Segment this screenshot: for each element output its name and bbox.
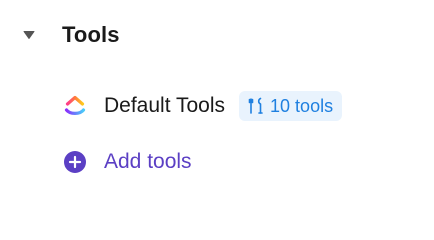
tool-item-default-tools[interactable]: Default Tools 10 tools [62, 90, 343, 122]
add-tools-button[interactable]: Add tools [62, 146, 192, 178]
add-tools-label: Add tools [104, 150, 192, 173]
badge-label: 10 tools [270, 95, 334, 116]
caret-down-icon[interactable] [22, 28, 36, 42]
tools-panel: Tools Default Tools 10 tools Add tools [0, 0, 434, 200]
section-title: Tools [62, 22, 120, 47]
clickup-logo-icon [62, 93, 88, 119]
tool-name: Default Tools [104, 94, 226, 117]
tools-count-badge[interactable]: 10 tools [239, 91, 343, 121]
tools-section-header[interactable]: Tools [22, 18, 120, 52]
tools-icon [247, 97, 265, 115]
plus-circle-icon[interactable] [62, 149, 88, 175]
